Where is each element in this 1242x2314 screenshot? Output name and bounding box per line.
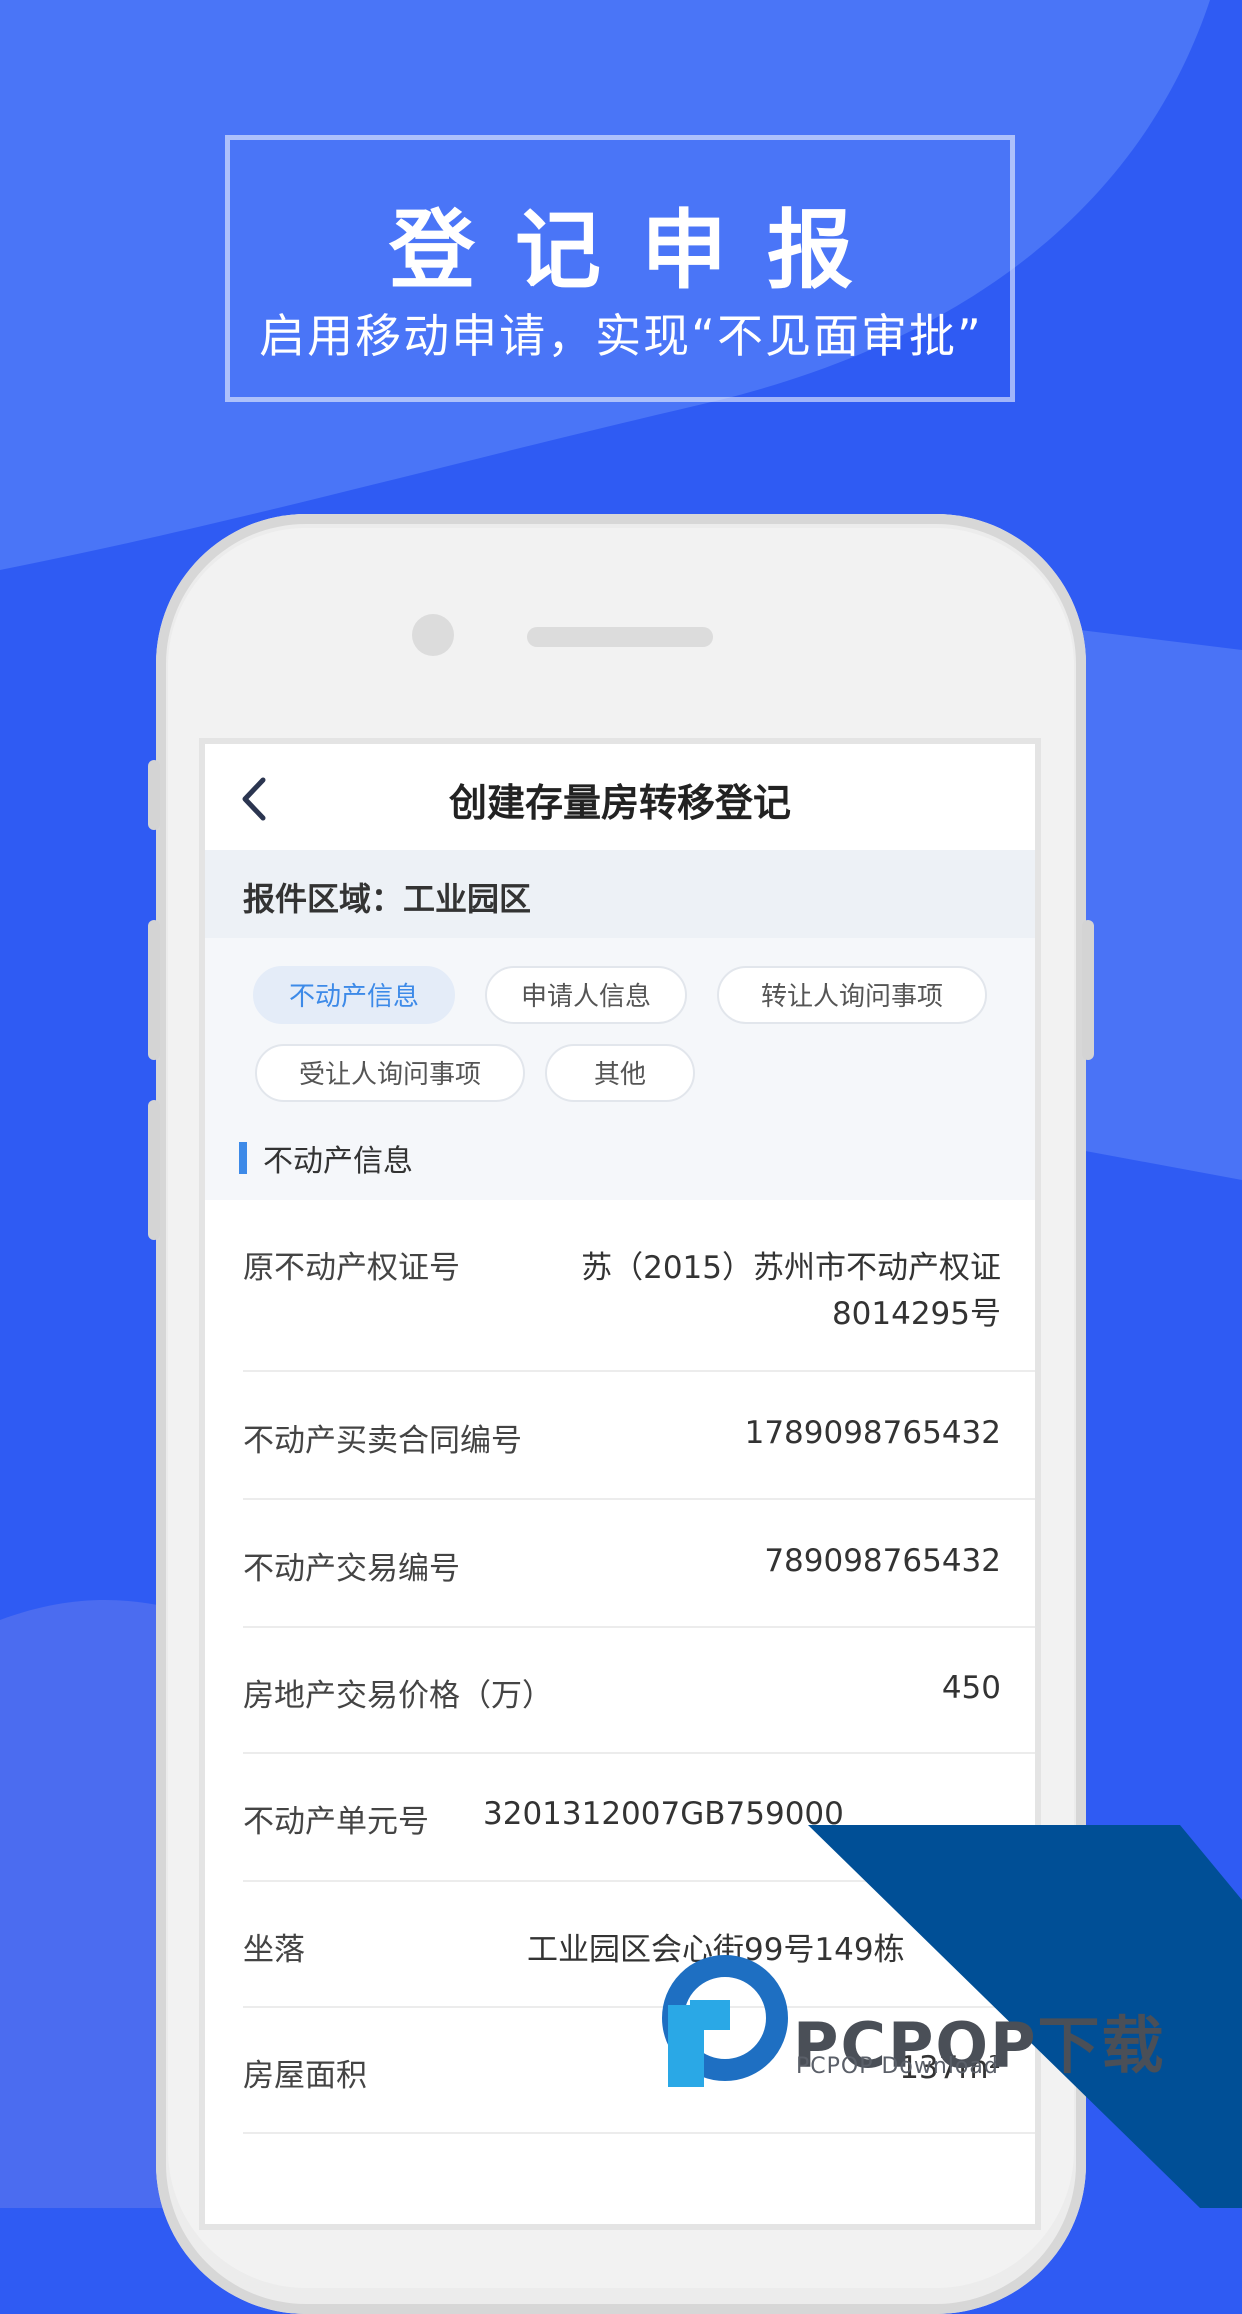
watermark-band [662,1825,1242,2208]
watermark-sub-text: PCPOP Download [796,2054,999,2079]
